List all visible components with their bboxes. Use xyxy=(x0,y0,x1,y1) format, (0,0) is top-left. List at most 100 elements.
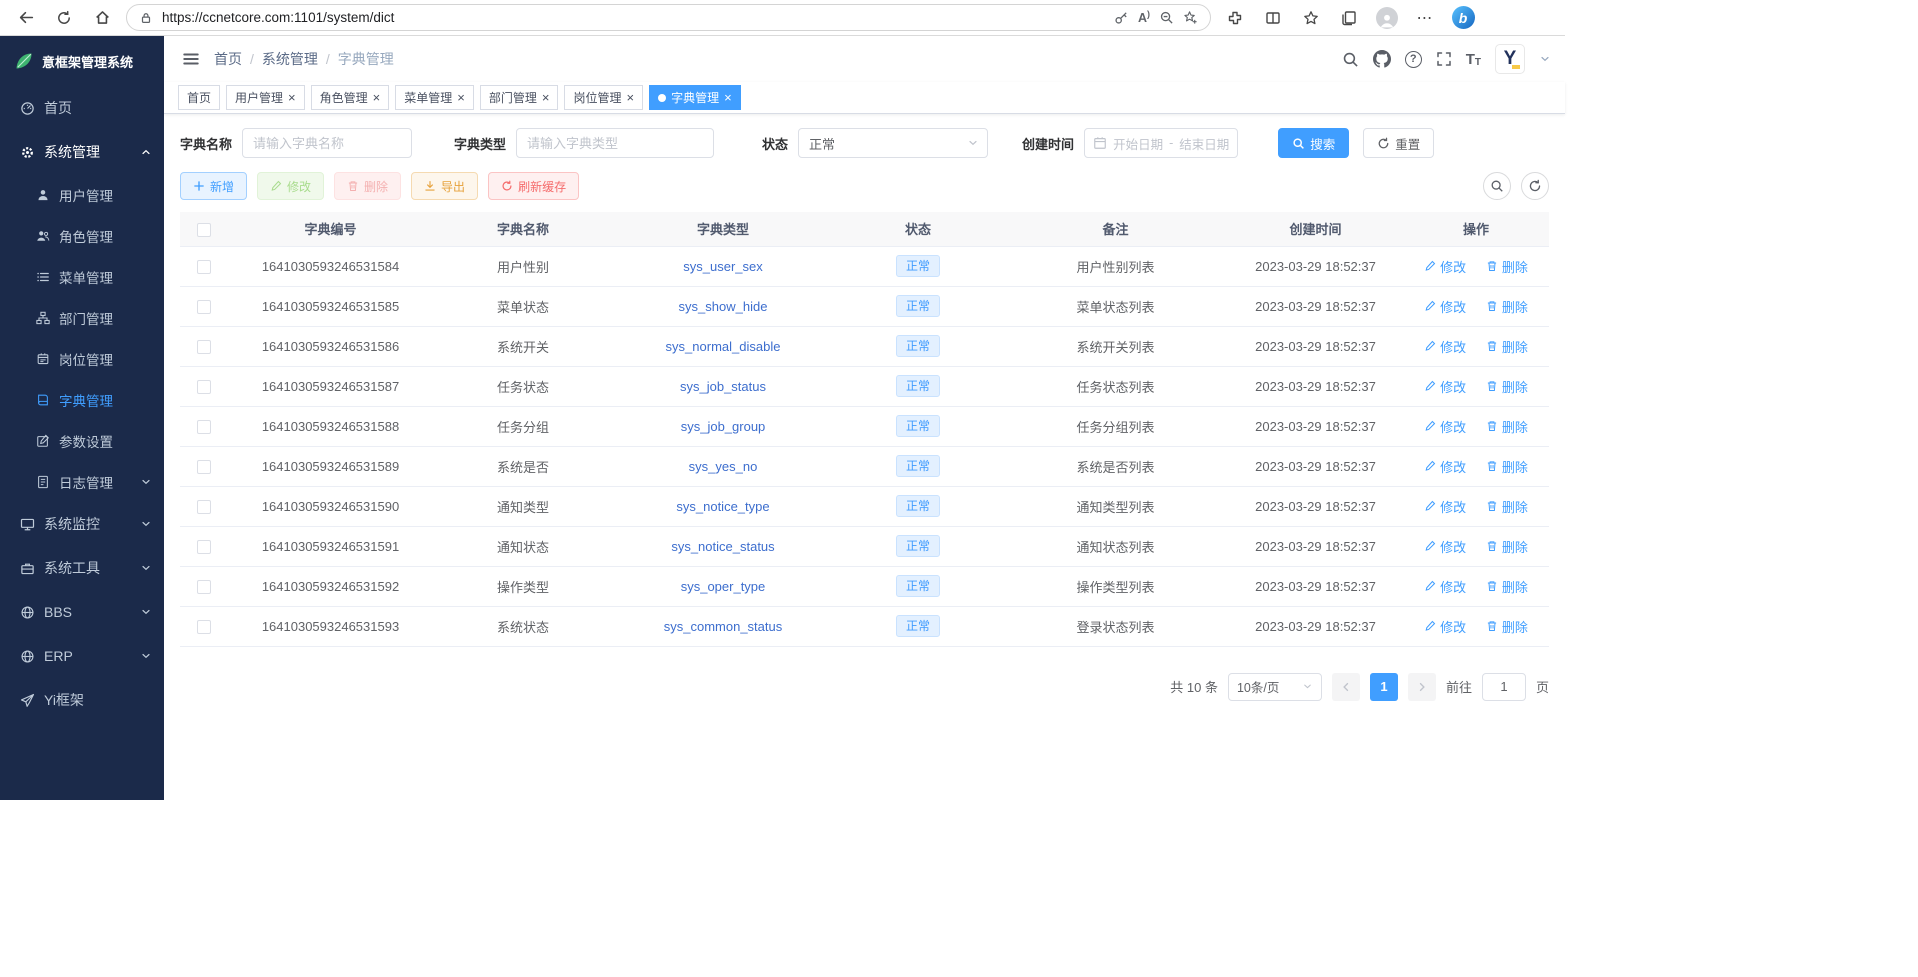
row-edit-button[interactable]: 修改 xyxy=(1424,337,1466,356)
lock-icon[interactable] xyxy=(139,11,153,25)
sidebar-item-dept-management[interactable]: 部门管理 xyxy=(0,297,164,338)
user-logo[interactable]: Y xyxy=(1495,44,1525,74)
help-button[interactable]: ? xyxy=(1405,51,1422,68)
row-delete-button[interactable]: 删除 xyxy=(1486,417,1528,436)
chevron-down-icon[interactable] xyxy=(1539,53,1551,65)
row-delete-button[interactable]: 删除 xyxy=(1486,337,1528,356)
dict-type-link[interactable]: sys_yes_no xyxy=(689,459,758,474)
tab-menu-management[interactable]: 菜单管理 × xyxy=(395,85,474,110)
sidebar-item-erp[interactable]: ERP xyxy=(0,634,164,678)
sidebar-item-system-management[interactable]: 系统管理 xyxy=(0,130,164,174)
profile-button[interactable] xyxy=(1373,4,1401,32)
sidebar-item-dict-management[interactable]: 字典管理 xyxy=(0,379,164,420)
favorites-button[interactable] xyxy=(1297,4,1325,32)
row-edit-button[interactable]: 修改 xyxy=(1424,617,1466,636)
dict-type-link[interactable]: sys_user_sex xyxy=(683,259,762,274)
add-favorite-icon[interactable] xyxy=(1183,10,1198,25)
breadcrumb-item-home[interactable]: 首页 xyxy=(214,49,242,69)
search-button[interactable]: 搜索 xyxy=(1278,128,1349,158)
prev-page-button[interactable] xyxy=(1332,673,1360,701)
row-checkbox[interactable] xyxy=(197,620,211,634)
toggle-search-button[interactable] xyxy=(1483,172,1511,200)
row-edit-button[interactable]: 修改 xyxy=(1424,417,1466,436)
sidebar-toggle-button[interactable] xyxy=(174,42,208,76)
tab-post-management[interactable]: 岗位管理 × xyxy=(564,85,643,110)
row-checkbox[interactable] xyxy=(197,420,211,434)
dict-type-link[interactable]: sys_show_hide xyxy=(679,299,768,314)
dict-name-input[interactable] xyxy=(242,128,412,158)
url-input[interactable] xyxy=(162,10,1105,25)
tab-role-management[interactable]: 角色管理 × xyxy=(311,85,390,110)
more-menu-button[interactable]: ⋯ xyxy=(1411,4,1439,32)
back-button[interactable] xyxy=(12,4,40,32)
row-checkbox[interactable] xyxy=(197,500,211,514)
read-aloud-icon[interactable]: A) xyxy=(1138,11,1150,25)
sidebar-item-param-settings[interactable]: 参数设置 xyxy=(0,420,164,461)
tab-user-management[interactable]: 用户管理 × xyxy=(226,85,305,110)
dict-type-link[interactable]: sys_common_status xyxy=(664,619,783,634)
zoom-out-icon[interactable] xyxy=(1159,10,1174,25)
row-checkbox[interactable] xyxy=(197,460,211,474)
row-delete-button[interactable]: 删除 xyxy=(1486,377,1528,396)
row-checkbox[interactable] xyxy=(197,380,211,394)
refresh-button[interactable] xyxy=(50,4,78,32)
row-delete-button[interactable]: 删除 xyxy=(1486,297,1528,316)
row-edit-button[interactable]: 修改 xyxy=(1424,577,1466,596)
select-all-checkbox[interactable] xyxy=(197,223,211,237)
dict-type-link[interactable]: sys_normal_disable xyxy=(666,339,781,354)
password-key-icon[interactable] xyxy=(1114,10,1129,25)
tab-home[interactable]: 首页 xyxy=(178,85,220,110)
font-size-button[interactable]: TT xyxy=(1466,51,1481,68)
row-edit-button[interactable]: 修改 xyxy=(1424,497,1466,516)
sidebar-item-role-management[interactable]: 角色管理 xyxy=(0,215,164,256)
row-checkbox[interactable] xyxy=(197,260,211,274)
reset-button[interactable]: 重置 xyxy=(1363,128,1434,158)
row-delete-button[interactable]: 删除 xyxy=(1486,457,1528,476)
row-delete-button[interactable]: 删除 xyxy=(1486,257,1528,276)
next-page-button[interactable] xyxy=(1408,673,1436,701)
date-range-picker[interactable]: 开始日期 - 结束日期 xyxy=(1084,128,1238,158)
goto-page-input[interactable] xyxy=(1482,673,1526,701)
sidebar-item-post-management[interactable]: 岗位管理 xyxy=(0,338,164,379)
row-edit-button[interactable]: 修改 xyxy=(1424,377,1466,396)
collections-button[interactable] xyxy=(1335,4,1363,32)
tab-close-icon[interactable]: × xyxy=(373,91,381,104)
sidebar-item-home[interactable]: 首页 xyxy=(0,86,164,130)
github-link-button[interactable] xyxy=(1373,50,1391,68)
sidebar-item-yi-framework[interactable]: Yi框架 xyxy=(0,678,164,722)
dict-type-link[interactable]: sys_job_status xyxy=(680,379,766,394)
breadcrumb-item-system[interactable]: 系统管理 xyxy=(262,49,318,69)
status-select[interactable]: 正常 xyxy=(798,128,988,158)
dict-type-link[interactable]: sys_job_group xyxy=(681,419,766,434)
row-edit-button[interactable]: 修改 xyxy=(1424,457,1466,476)
row-edit-button[interactable]: 修改 xyxy=(1424,537,1466,556)
refresh-cache-button[interactable]: 刷新缓存 xyxy=(488,172,579,200)
row-delete-button[interactable]: 删除 xyxy=(1486,617,1528,636)
url-bar[interactable]: A) xyxy=(126,4,1211,31)
tab-close-icon[interactable]: × xyxy=(457,91,465,104)
dict-type-link[interactable]: sys_oper_type xyxy=(681,579,766,594)
row-checkbox[interactable] xyxy=(197,340,211,354)
fullscreen-button[interactable] xyxy=(1436,51,1452,67)
tab-close-icon[interactable]: × xyxy=(626,91,634,104)
page-number-current[interactable]: 1 xyxy=(1370,673,1398,701)
row-checkbox[interactable] xyxy=(197,580,211,594)
app-logo[interactable]: 意框架管理系统 xyxy=(0,36,164,86)
tab-dict-management[interactable]: 字典管理 × xyxy=(649,85,741,110)
sidebar-item-user-management[interactable]: 用户管理 xyxy=(0,174,164,215)
export-button[interactable]: 导出 xyxy=(411,172,478,200)
sidebar-item-bbs[interactable]: BBS xyxy=(0,590,164,634)
sidebar-item-log-management[interactable]: 日志管理 xyxy=(0,461,164,502)
row-checkbox[interactable] xyxy=(197,300,211,314)
dict-type-link[interactable]: sys_notice_status xyxy=(671,539,774,554)
add-button[interactable]: 新增 xyxy=(180,172,247,200)
dict-type-input[interactable] xyxy=(516,128,714,158)
row-checkbox[interactable] xyxy=(197,540,211,554)
dict-type-link[interactable]: sys_notice_type xyxy=(676,499,769,514)
bing-copilot-button[interactable]: b xyxy=(1449,4,1477,32)
row-delete-button[interactable]: 删除 xyxy=(1486,497,1528,516)
sidebar-item-menu-management[interactable]: 菜单管理 xyxy=(0,256,164,297)
extensions-button[interactable] xyxy=(1221,4,1249,32)
sidebar-item-system-tools[interactable]: 系统工具 xyxy=(0,546,164,590)
refresh-table-button[interactable] xyxy=(1521,172,1549,200)
